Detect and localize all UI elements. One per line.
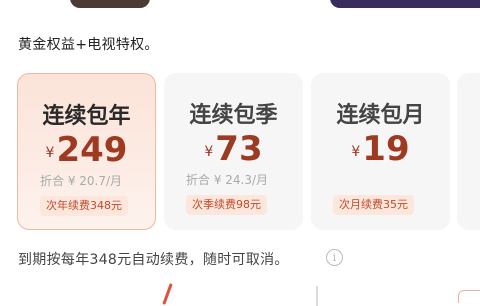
monthly-equivalent: 折合 ¥ 20.7/月 (40, 174, 123, 188)
plan-price: ¥249 (18, 130, 155, 170)
price-value: 73 (215, 129, 263, 169)
price-value: 19 (362, 129, 410, 169)
monthly-equivalent: 折合 ¥ 24.3/月 (186, 173, 269, 187)
currency-symbol: ¥ (45, 145, 55, 161)
renewal-badge: 次年续费348元 (40, 196, 128, 216)
corner-mark (458, 290, 480, 303)
price-value: 249 (56, 130, 128, 170)
renewal-badge: 次季续费98元 (186, 195, 267, 215)
plan-card-monthly[interactable]: 连续包月 ¥19 次月续费35元 (311, 73, 450, 230)
plan-card-partial[interactable] (457, 73, 480, 230)
plan-card-quarterly[interactable]: 连续包季 ¥73 折合 ¥ 24.3/月 次季续费98元 (164, 73, 303, 230)
plan-name: 连续包年 (42, 104, 131, 129)
top-banner-right (330, 0, 480, 8)
plan-price: ¥19 (311, 129, 450, 169)
renewal-badge: 次月续费35元 (333, 195, 414, 215)
benefit-description: 黄金权益+电视特权。 (18, 37, 159, 53)
currency-symbol: ¥ (351, 144, 361, 160)
currency-symbol: ¥ (204, 144, 214, 160)
plan-card-yearly[interactable]: 连续包年 ¥249 折合 ¥ 20.7/月 次年续费348元 (17, 73, 156, 230)
scroll-hint-mark (162, 283, 173, 305)
divider-mark (316, 286, 318, 306)
plan-price: ¥73 (164, 129, 303, 169)
auto-renew-notice: 到期按每年348元自动续费，随时可取消。 (18, 252, 289, 268)
plan-name: 连续包月 (336, 103, 425, 128)
plan-name: 连续包季 (189, 103, 278, 128)
top-banner-left (70, 0, 150, 8)
info-icon[interactable]: i (326, 249, 343, 266)
